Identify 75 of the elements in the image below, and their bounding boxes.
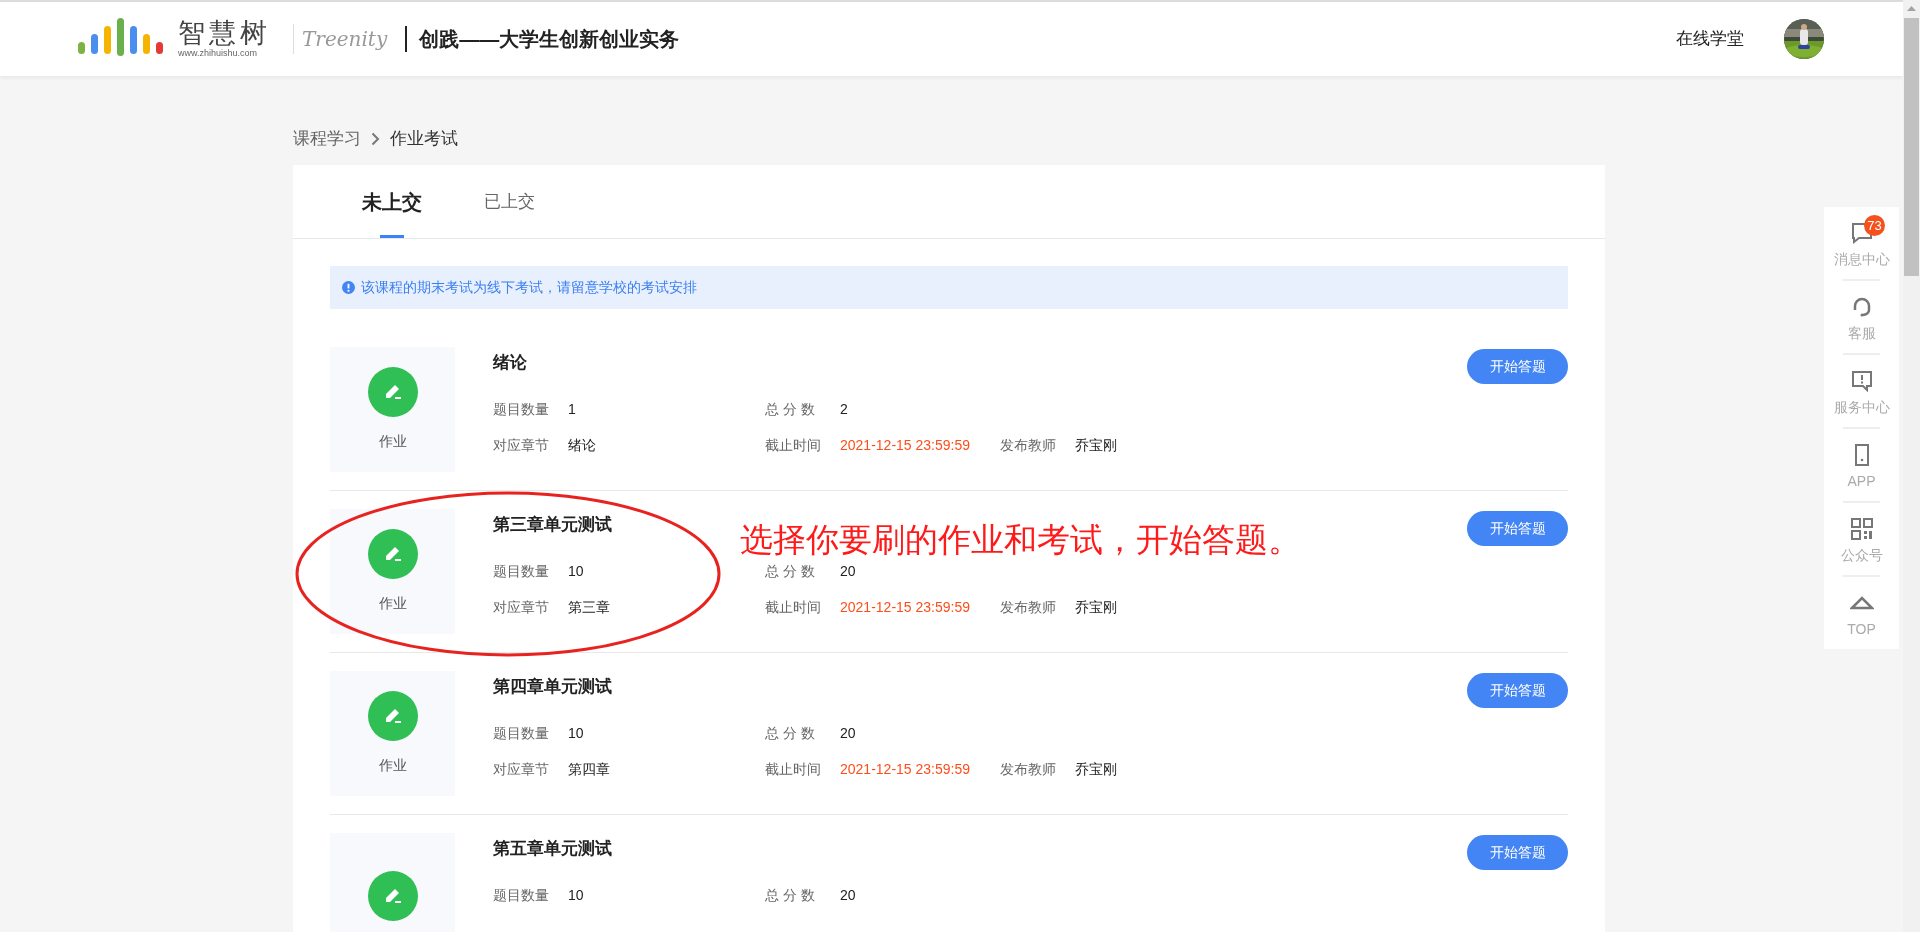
- partner-name: Treenity: [293, 24, 388, 54]
- scrollbar[interactable]: [1903, 0, 1920, 932]
- field-value: 2021-12-15 23:59:59: [840, 436, 970, 455]
- qr-code-icon: [1850, 517, 1873, 541]
- tab[interactable]: 已上交: [484, 165, 535, 238]
- notice-text: 该课程的期末考试为线下考试，请留意学校的考试安排: [361, 278, 697, 297]
- phone-icon: [1853, 443, 1870, 467]
- field-value: 乔宝刚: [1075, 436, 1117, 455]
- item-title: 绪论: [493, 352, 528, 374]
- brand-name: 智慧树: [178, 20, 271, 47]
- start-button[interactable]: 开始答题: [1467, 511, 1568, 546]
- field-label: 发布教师: [1000, 760, 1057, 779]
- field-label: 对应章节: [493, 598, 550, 617]
- breadcrumb-link[interactable]: 课程学习: [293, 126, 361, 152]
- item-title: 第五章单元测试: [493, 838, 613, 860]
- field-label: 题目数量: [493, 562, 550, 581]
- edit-icon: [367, 529, 418, 579]
- field-label: 总 分 数: [765, 400, 816, 419]
- chevron-icon: [371, 132, 380, 146]
- brand-url: www.zhihuishu.com: [178, 49, 258, 58]
- field-label: 题目数量: [493, 886, 550, 905]
- field-value: 绪论: [568, 436, 596, 455]
- field-label: 发布教师: [1000, 436, 1057, 455]
- field-value: 第三章: [568, 598, 610, 617]
- scroll-up-icon[interactable]: [1907, 6, 1916, 11]
- side-toolbar-button[interactable]: 消息中心 73: [1824, 213, 1899, 273]
- field-value: 20: [840, 724, 856, 743]
- info-icon: [342, 281, 355, 294]
- field-label: 题目数量: [493, 724, 550, 743]
- start-button[interactable]: 开始答题: [1467, 349, 1568, 384]
- side-toolbar-button[interactable]: TOP: [1824, 583, 1899, 643]
- field-value: 第四章: [568, 760, 610, 779]
- tab[interactable]: 未上交: [362, 165, 422, 238]
- field-value: 2021-12-15 23:59:59: [840, 760, 970, 779]
- start-button[interactable]: 开始答题: [1467, 673, 1568, 708]
- edit-icon: [367, 870, 418, 921]
- item-title: 第四章单元测试: [493, 676, 613, 698]
- scrollbar-thumb[interactable]: [1904, 18, 1919, 276]
- nav-link[interactable]: 在线学堂: [1676, 26, 1744, 52]
- field-value: 20: [840, 886, 856, 905]
- item-type-label: 作业: [378, 756, 407, 775]
- field-label: 总 分 数: [765, 886, 816, 905]
- field-value: 20: [840, 562, 856, 581]
- side-toolbar-button[interactable]: APP: [1824, 435, 1899, 495]
- edit-icon: [367, 367, 418, 417]
- field-value: 乔宝刚: [1075, 760, 1117, 779]
- item-title: 第三章单元测试: [493, 514, 613, 536]
- edit-icon: [367, 691, 418, 741]
- item-type-label: 作业: [378, 432, 407, 451]
- field-value: 2021-12-15 23:59:59: [840, 598, 970, 617]
- side-toolbar-button[interactable]: 公众号: [1824, 509, 1899, 569]
- course-title: 创践——大学生创新创业实务: [405, 26, 680, 52]
- field-label: 总 分 数: [765, 724, 816, 743]
- annotation-text: 选择你要刷的作业和考试，开始答题。: [740, 520, 1301, 560]
- field-label: 对应章节: [493, 436, 550, 455]
- field-value: 10: [568, 886, 584, 905]
- field-label: 截止时间: [765, 760, 822, 779]
- field-label: 截止时间: [765, 598, 822, 617]
- field-value: 乔宝刚: [1075, 598, 1117, 617]
- field-label: 题目数量: [493, 400, 550, 419]
- breadcrumb-current: 作业考试: [390, 128, 458, 151]
- field-label: 总 分 数: [765, 562, 816, 581]
- side-toolbar-button[interactable]: 服务中心: [1824, 361, 1899, 421]
- field-value: 10: [568, 724, 584, 743]
- alert-bubble-icon: [1850, 369, 1873, 393]
- item-type-label: 作业: [378, 594, 407, 613]
- start-button[interactable]: 开始答题: [1467, 835, 1568, 870]
- field-label: 对应章节: [493, 760, 550, 779]
- field-value: 2: [840, 400, 848, 419]
- field-value: 1: [568, 400, 576, 419]
- field-label: 截止时间: [765, 436, 822, 455]
- count-badge: 73: [1864, 215, 1885, 236]
- field-value: 10: [568, 562, 584, 581]
- field-label: 发布教师: [1000, 598, 1057, 617]
- side-toolbar-button[interactable]: 客服: [1824, 287, 1899, 347]
